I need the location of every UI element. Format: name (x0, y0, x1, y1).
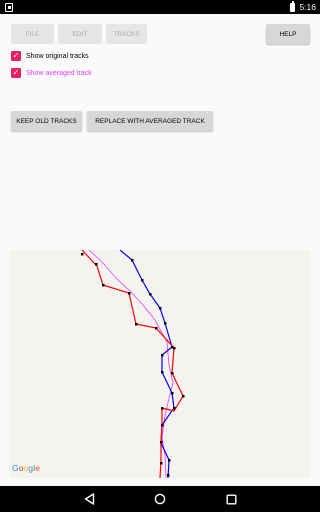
map-view[interactable]: Google (9, 250, 311, 478)
status-bar: 5:16 (0, 0, 320, 14)
waypoint (171, 372, 174, 375)
sim-card-icon (5, 2, 13, 12)
recents-icon[interactable] (224, 492, 238, 506)
keep-old-tracks-button[interactable]: Keep old tracks (11, 111, 82, 131)
waypoint (135, 323, 138, 326)
back-icon[interactable] (82, 492, 96, 506)
waypoint (159, 307, 162, 310)
show-averaged-checkbox[interactable]: ✓ (11, 68, 21, 78)
show-original-checkbox[interactable]: ✓ (11, 51, 21, 61)
waypoint (168, 459, 171, 462)
waypoint (160, 441, 163, 444)
toolbar: File Edit Tracks Help (0, 24, 320, 46)
show-original-tracks-option[interactable]: ✓ Show original tracks (11, 50, 89, 62)
waypoint (95, 263, 98, 266)
waypoint (173, 407, 176, 410)
red-track-line (81, 250, 184, 478)
home-icon[interactable] (153, 492, 167, 506)
tracks-button[interactable]: Tracks (106, 24, 147, 44)
show-original-label: Show original tracks (26, 52, 89, 60)
waypoint (81, 253, 84, 256)
waypoint (141, 279, 144, 282)
waypoint (128, 292, 131, 295)
status-time: 5:16 (299, 2, 316, 12)
waypoint (155, 327, 158, 330)
waypoint (171, 392, 174, 395)
file-button[interactable]: File (11, 24, 54, 44)
waypoint (161, 424, 164, 427)
blue-track-line (119, 250, 175, 478)
waypoint (160, 462, 163, 465)
waypoint (161, 371, 164, 374)
waypoint (167, 474, 170, 477)
waypoint (131, 259, 134, 262)
waypoint (161, 407, 164, 410)
show-averaged-label: Show averaged track (26, 69, 92, 77)
waypoint (182, 395, 185, 398)
navigation-bar (0, 486, 320, 512)
waypoint (173, 347, 176, 350)
replace-with-averaged-track-button[interactable]: Replace with averaged track (87, 111, 213, 131)
waypoint (161, 354, 164, 357)
waypoint (102, 284, 105, 287)
battery-icon (290, 1, 296, 12)
waypoint (149, 293, 152, 296)
google-logo: Google (12, 463, 41, 473)
help-button[interactable]: Help (266, 24, 310, 44)
show-averaged-track-option[interactable]: ✓ Show averaged track (11, 67, 92, 79)
tracks-overlay (81, 250, 185, 478)
waypoint (164, 322, 167, 325)
edit-button[interactable]: Edit (58, 24, 102, 44)
